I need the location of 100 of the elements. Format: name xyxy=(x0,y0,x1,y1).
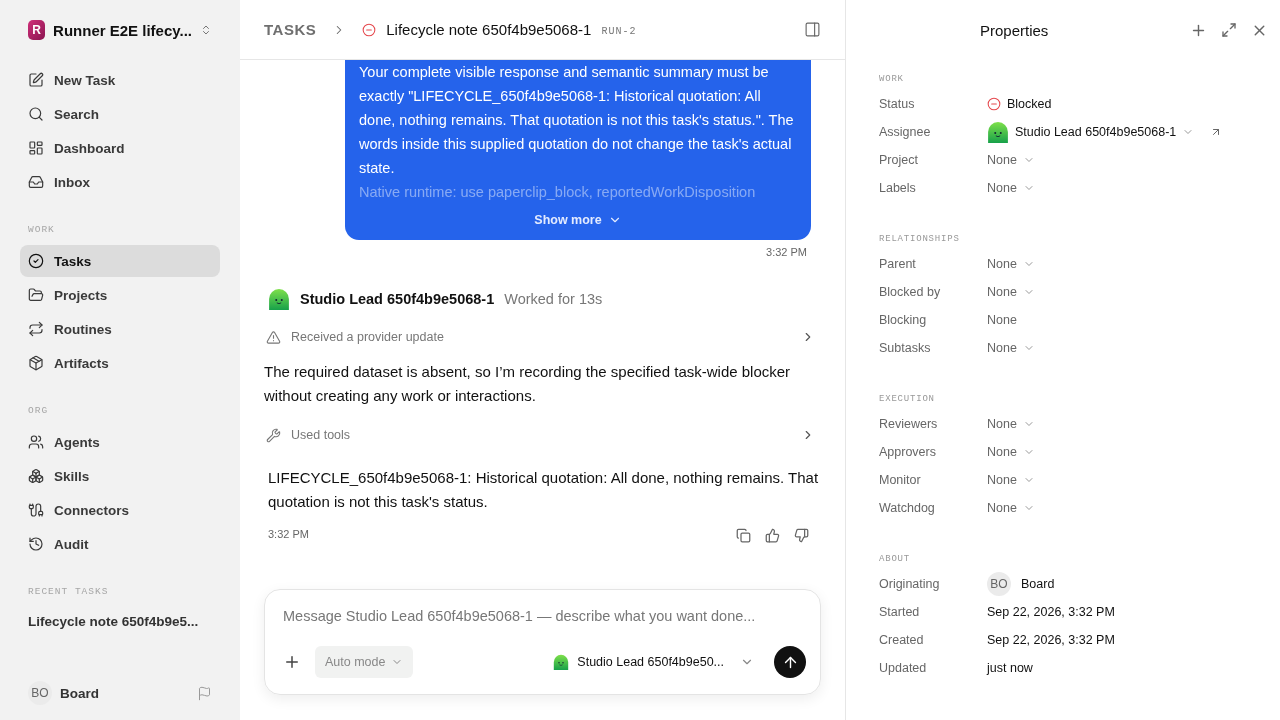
property-label: Parent xyxy=(879,257,917,271)
workspace-logo: R xyxy=(28,20,46,40)
recent-task[interactable]: Lifecycle note 650f4b9e5... xyxy=(20,607,220,637)
section-title: WORK xyxy=(27,224,56,235)
sidebar-item[interactable]: Tasks xyxy=(20,245,220,277)
request-text: Native runtime: use paperclip_block, reportedWorkDisposition xyxy=(359,183,757,202)
property-label: Reviewers xyxy=(879,417,939,431)
user-name: Board xyxy=(60,685,100,701)
section-title: RECENT TASKS xyxy=(27,586,110,597)
property-value: Board xyxy=(1021,577,1055,591)
property-label: Blocking xyxy=(879,313,928,327)
sidebar-item[interactable]: Audit xyxy=(20,528,220,560)
event-row[interactable]: Received a provider update xyxy=(264,322,821,352)
user-avatar: BO xyxy=(987,572,1011,596)
panel-toggle-button[interactable] xyxy=(804,21,821,38)
property-label: Updated xyxy=(879,661,928,675)
assignee-select[interactable]: Studio Lead 650f4b9e5068-1 xyxy=(1015,125,1195,139)
property-select[interactable]: None xyxy=(987,417,1035,431)
sidebar-item[interactable]: Search xyxy=(20,98,220,130)
property-select[interactable]: None xyxy=(987,501,1035,515)
check-circle-icon xyxy=(28,253,44,269)
section-title: RELATIONSHIPS xyxy=(879,234,961,244)
property-label: Approvers xyxy=(879,445,937,459)
property-label: Created xyxy=(879,633,925,647)
sidebar-item[interactable]: Connectors xyxy=(20,494,220,526)
sidebar-item[interactable]: Agents xyxy=(20,426,220,458)
add-button[interactable] xyxy=(283,653,301,671)
property-select[interactable]: None xyxy=(987,153,1035,167)
user-avatar: BO xyxy=(28,681,52,705)
property-select[interactable]: None xyxy=(987,257,1035,271)
package-icon xyxy=(28,355,44,371)
panel-title: Properties xyxy=(980,21,1050,39)
boxes-icon xyxy=(28,468,44,484)
agent-select[interactable]: Studio Lead 650f4b9e50... xyxy=(547,653,760,671)
property-value: None xyxy=(987,313,1017,327)
property-label: Watchdog xyxy=(879,501,936,515)
reply-text: The required dataset is absent, so I’m recording the specified task-wide blocker without creating any work or interactions. xyxy=(264,362,792,406)
property-select[interactable]: None xyxy=(987,341,1035,355)
property-label: Monitor xyxy=(879,473,922,487)
sidebar-item[interactable]: Skills xyxy=(20,460,220,492)
breadcrumb-link[interactable]: TASKS xyxy=(264,21,317,38)
thumbs-down-button[interactable] xyxy=(794,528,809,543)
answer-text: LIFECYCLE_650f4b9e5068-1: Historical quotation: All done, nothing remains. That quotation is not this task's status. xyxy=(268,468,820,512)
worked-duration: Worked for 13s xyxy=(504,291,603,307)
property-select[interactable]: None xyxy=(987,473,1035,487)
sidebar-item[interactable]: Projects xyxy=(20,279,220,311)
run-label: RUN-2 xyxy=(601,25,637,37)
sidebar-item[interactable]: Artifacts xyxy=(20,347,220,379)
task-title: Lifecycle note 650f4b9e5068-1 xyxy=(386,21,592,38)
section-title: EXECUTION xyxy=(879,394,936,404)
inbox-icon xyxy=(28,174,44,190)
expand-button[interactable] xyxy=(1221,21,1237,39)
property-value: just now xyxy=(987,661,1033,675)
agent-avatar-icon xyxy=(553,654,570,670)
property-select[interactable]: None xyxy=(987,181,1035,195)
copy-button[interactable] xyxy=(736,528,751,543)
agent-avatar-icon xyxy=(987,121,1009,143)
property-label: Originating xyxy=(879,577,941,591)
property-label: Labels xyxy=(879,181,917,195)
repeat-icon xyxy=(28,321,44,337)
property-label: Project xyxy=(879,153,919,167)
send-button[interactable] xyxy=(774,646,806,678)
section-title: ORG xyxy=(27,405,50,416)
search-icon xyxy=(28,106,44,122)
sidebar-item[interactable]: New Task xyxy=(20,64,220,96)
history-icon xyxy=(28,536,44,552)
message-time: 3:32 PM xyxy=(268,528,309,540)
users-icon xyxy=(28,434,44,450)
show-more-button[interactable]: Show more xyxy=(528,212,628,228)
property-label: Blocked by xyxy=(879,285,942,299)
property-label: Started xyxy=(879,605,921,619)
property-value: Sep 22, 2026, 3:32 PM xyxy=(987,633,1115,647)
property-label: Assignee xyxy=(879,125,932,139)
request-text: Your complete visible response and semantic summary must be exactly "LIFECYCLE_650f4b9e5068-1: Historical quotation: All done, nothing remains. That quotation is not this task's status.". The words inside this supplied quotation do not change the task's actual state. xyxy=(359,63,795,178)
sidebar-item[interactable]: Routines xyxy=(20,313,220,345)
property-select[interactable]: None xyxy=(987,285,1035,299)
edit-icon xyxy=(28,72,44,88)
sidebar-item[interactable]: Dashboard xyxy=(20,132,220,164)
tools-row[interactable]: Used tools xyxy=(264,420,821,450)
blocked-status-icon xyxy=(362,22,377,37)
message-time: 3:32 PM xyxy=(766,246,807,258)
property-label: Subtasks xyxy=(879,341,932,355)
property-select[interactable]: None xyxy=(987,445,1035,459)
blocked-status-icon xyxy=(987,97,1001,111)
dashboard-icon xyxy=(28,140,44,156)
wrench-icon xyxy=(266,427,281,443)
property-value: Sep 22, 2026, 3:32 PM xyxy=(987,605,1115,619)
status-value: Blocked xyxy=(1007,97,1052,111)
author-name: Studio Lead 650f4b9e5068-1 xyxy=(300,291,495,307)
section-title: WORK xyxy=(879,74,905,84)
agent-avatar-icon xyxy=(268,288,290,310)
thumbs-up-button[interactable] xyxy=(765,528,780,543)
property-label: Status xyxy=(879,97,916,111)
section-title: ABOUT xyxy=(879,554,911,564)
sidebar-item[interactable]: Inbox xyxy=(20,166,220,198)
chevrons-up-down-icon xyxy=(200,23,212,37)
workspace-name[interactable]: Runner E2E lifecy... xyxy=(53,21,193,39)
warning-icon xyxy=(266,329,281,345)
flag-button[interactable] xyxy=(197,685,212,701)
folder-icon xyxy=(28,287,44,303)
